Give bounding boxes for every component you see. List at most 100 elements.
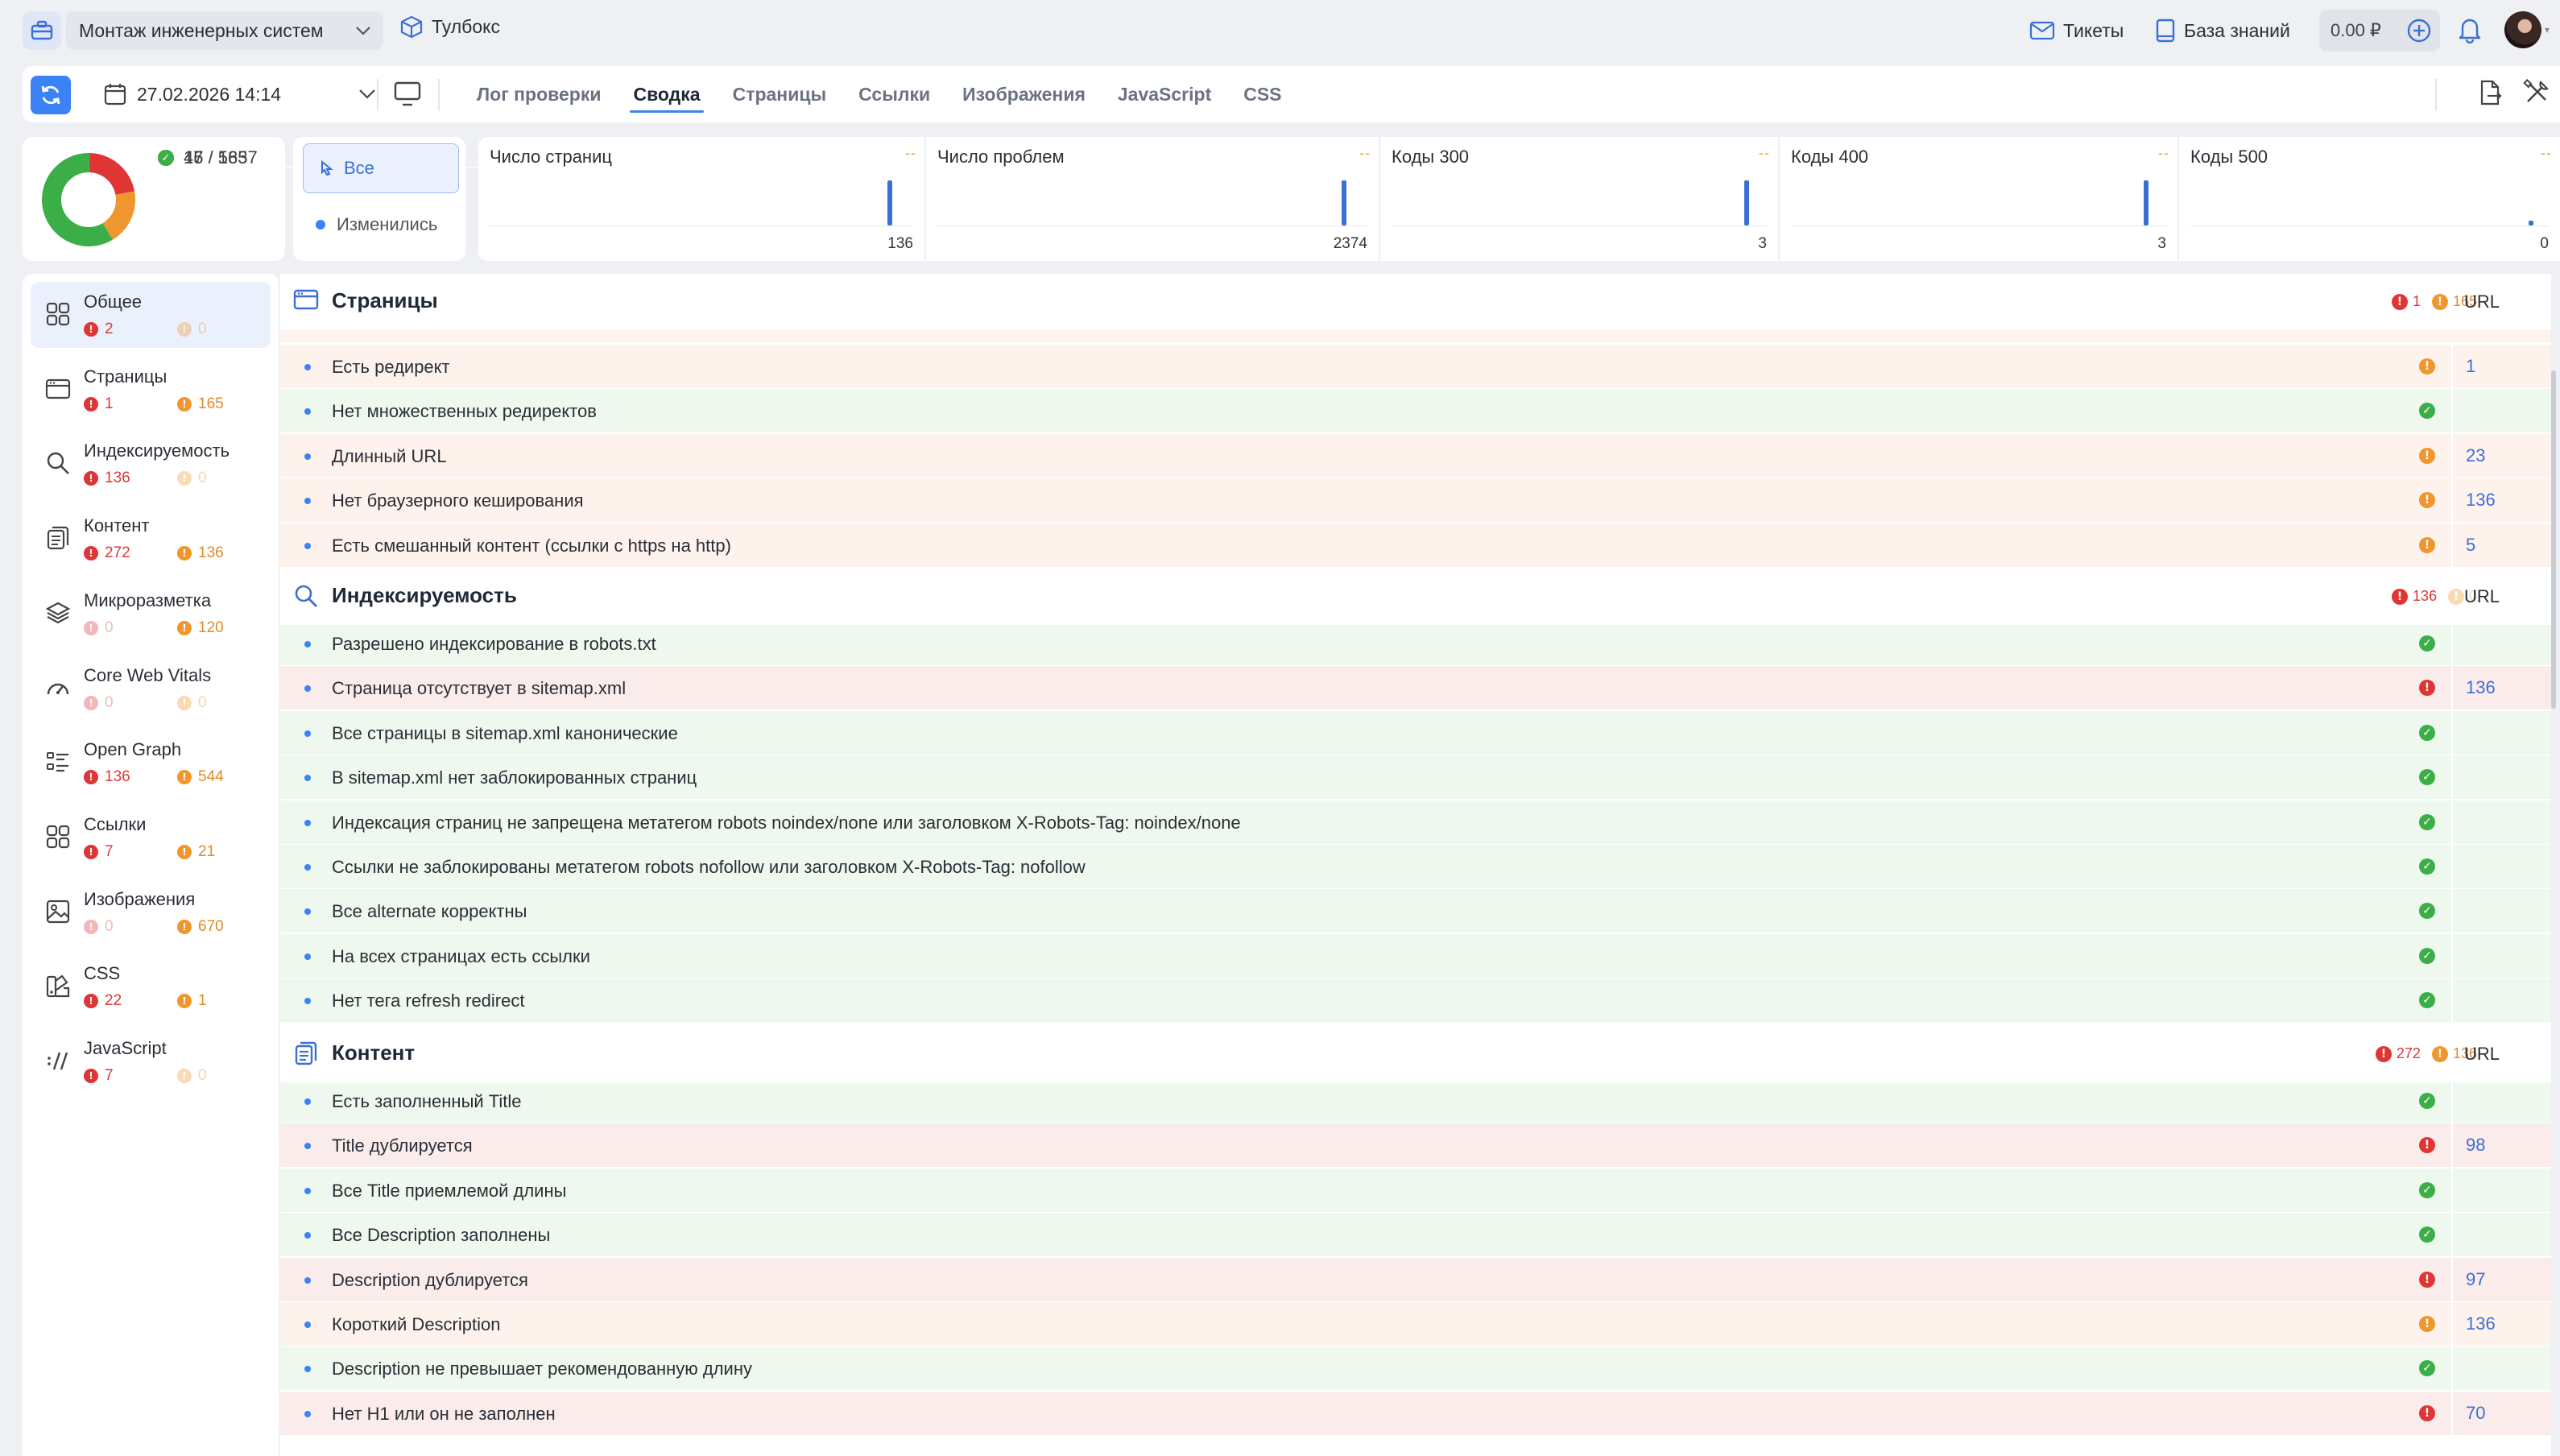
url-count-link[interactable]: 1 (2466, 356, 2475, 377)
tabs: Лог проверки Сводка Страницы Ссылки Изоб… (461, 66, 1298, 122)
check-label: Длинный URL (332, 445, 447, 466)
sidebar-item[interactable]: Контент ! 272 ! 136 (31, 506, 271, 572)
check-row[interactable]: Все Description заполнены ✓ (280, 1213, 2551, 1258)
sidebar-item[interactable]: Микроразметка ! 0 ! 120 (31, 581, 271, 647)
warning-icon: ! (177, 919, 192, 934)
tickets-link[interactable]: Тикеты (2029, 11, 2124, 50)
warning-icon: ! (177, 844, 192, 859)
column-divider (2451, 1346, 2453, 1392)
check-row[interactable]: Разрешено индексирование в robots.txt ✓ (280, 622, 2551, 666)
sidebar-item[interactable]: Open Graph ! 136 ! 544 (31, 730, 271, 796)
check-row[interactable]: Ссылки не заблокированы метатегом robots… (280, 845, 2551, 889)
filter-all-button[interactable]: Все (303, 143, 459, 193)
check-row[interactable]: Все alternate корректны ✓ (280, 889, 2551, 934)
image-icon (42, 896, 74, 928)
sidebar-item[interactable]: CSS ! 22 ! 1 (31, 953, 271, 1020)
check-row[interactable]: Description дублируется ! 97 (280, 1257, 2551, 1302)
sidebar-item[interactable]: Изображения ! 0 ! 670 (31, 879, 271, 945)
tab-log[interactable]: Лог проверки (461, 66, 617, 122)
check-row[interactable]: Нет браузерного кеширования ! 136 (280, 478, 2551, 523)
monitor-icon[interactable] (393, 81, 422, 108)
check-row[interactable]: Нет тега refresh redirect ✓ (280, 978, 2551, 1024)
error-icon: ! (2419, 1271, 2435, 1288)
check-label: Description дублируется (332, 1269, 528, 1290)
sidebar-item[interactable]: Core Web Vitals ! 0 ! 0 (31, 656, 271, 722)
sidebar-item[interactable]: Индексируемость ! 136 ! 0 (31, 431, 271, 497)
chevron-down-icon[interactable]: ▾ (2545, 24, 2550, 35)
check-icon: ✓ (2419, 635, 2435, 651)
error-count-value: 272 (2396, 1045, 2421, 1061)
documents-icon (42, 522, 74, 554)
avatar[interactable] (2504, 11, 2541, 48)
tab-pages[interactable]: Страницы (717, 66, 843, 122)
url-count-link[interactable]: 23 (2466, 445, 2485, 466)
check-label: Страница отсутствует в sitemap.xml (332, 678, 627, 699)
column-divider (2451, 1123, 2453, 1169)
date-select[interactable]: 27.02.2026 14:14 (98, 74, 387, 114)
knowledge-base-link[interactable]: База знаний (2155, 11, 2290, 50)
url-count-link[interactable]: 136 (2466, 677, 2496, 698)
sidebar-item[interactable]: Страницы ! 1 ! 165 (31, 357, 271, 423)
tab-css[interactable]: CSS (1227, 66, 1297, 122)
sidebar-item[interactable]: Общее ! 2 ! 0 (31, 282, 271, 348)
balance-value: 0.00 ₽ (2330, 20, 2381, 40)
grid-icon (42, 298, 74, 330)
check-row[interactable]: Страница отсутствует в sitemap.xml ! 136 (280, 666, 2551, 711)
check-row[interactable]: В sitemap.xml нет заблокированных страни… (280, 755, 2551, 800)
refresh-button[interactable] (31, 76, 71, 114)
check-row[interactable]: Короткий Description ! 136 (280, 1302, 2551, 1346)
sidebar-item-badges: ! 272 ! 136 (84, 544, 271, 562)
url-count-link[interactable]: 97 (2466, 1269, 2485, 1290)
status-indicator: ✓ (2419, 769, 2435, 786)
bullet-icon (304, 1098, 311, 1105)
check-row[interactable]: Все страницы в sitemap.xml канонические … (280, 710, 2551, 755)
bullet-icon (304, 1143, 311, 1150)
project-select[interactable]: Монтаж инженерных систем (66, 11, 383, 50)
check-icon: ✓ (2419, 1360, 2435, 1377)
check-row[interactable]: Длинный URL ! 23 (280, 433, 2551, 478)
tools-icon[interactable] (2523, 79, 2550, 106)
pointer-icon (321, 159, 333, 176)
sidebar-item[interactable]: Ссылки ! 7 ! 21 (31, 805, 271, 871)
check-row[interactable]: Нет H1 или он не заполнен ! 70 (280, 1391, 2551, 1436)
error-count: ! 0 (84, 694, 177, 712)
divider (377, 79, 378, 111)
check-row[interactable]: Нет множественных редиректов ✓ (280, 389, 2551, 434)
warning-count-value: 1 (198, 992, 207, 1010)
scrollbar-thumb[interactable] (2551, 370, 2556, 709)
sidebar-item-label: Индексируемость (84, 441, 230, 461)
toolbox-link[interactable]: Тулбокс (399, 14, 500, 39)
check-row[interactable]: Есть заполненный Title ✓ (280, 1079, 2551, 1123)
tab-javascript[interactable]: JavaScript (1102, 66, 1227, 122)
metric-trend: -- (1359, 145, 1371, 161)
check-row[interactable]: Все Title приемлемой длины ✓ (280, 1168, 2551, 1213)
tab-images[interactable]: Изображения (946, 66, 1102, 122)
briefcase-icon[interactable] (23, 11, 61, 50)
check-row[interactable]: Индексация страниц не запрещена метатего… (280, 800, 2551, 845)
section-title: Индексируемость (332, 583, 517, 607)
check-row[interactable]: Есть смешанный контент (ссылки с https н… (280, 523, 2551, 568)
cube-icon (400, 15, 423, 39)
check-row[interactable]: Есть редирект ! 1 (280, 345, 2551, 389)
url-count-link[interactable]: 136 (2466, 1313, 2496, 1334)
check-row[interactable]: Description не превышает рекомендованную… (280, 1346, 2551, 1392)
url-count-link[interactable]: 98 (2466, 1135, 2485, 1156)
check-row[interactable]: Title дублируется ! 98 (280, 1123, 2551, 1169)
metric-baseline (1392, 225, 1767, 226)
url-count-link[interactable]: 5 (2466, 535, 2475, 556)
filter-changed-button[interactable]: Изменились (316, 214, 437, 235)
balance-widget[interactable]: 0.00 ₽ (2319, 10, 2440, 52)
url-count-link[interactable]: 70 (2466, 1403, 2485, 1424)
column-divider (2451, 710, 2453, 755)
add-funds-icon[interactable] (2406, 18, 2432, 43)
sidebar-item[interactable]: JavaScript ! 7 ! 0 (31, 1028, 271, 1094)
sidebar-item-badges: ! 0 ! 670 (84, 918, 271, 936)
export-icon[interactable] (2478, 79, 2502, 106)
check-row[interactable]: На всех страницах есть ссылки ✓ (280, 933, 2551, 978)
bell-icon[interactable] (2456, 14, 2483, 43)
url-count-link[interactable]: 136 (2466, 490, 2496, 511)
metric-value: 3 (2157, 235, 2166, 252)
error-count-value: 2 (105, 321, 114, 337)
tab-links[interactable]: Ссылки (842, 66, 946, 122)
tab-summary[interactable]: Сводка (617, 66, 716, 122)
